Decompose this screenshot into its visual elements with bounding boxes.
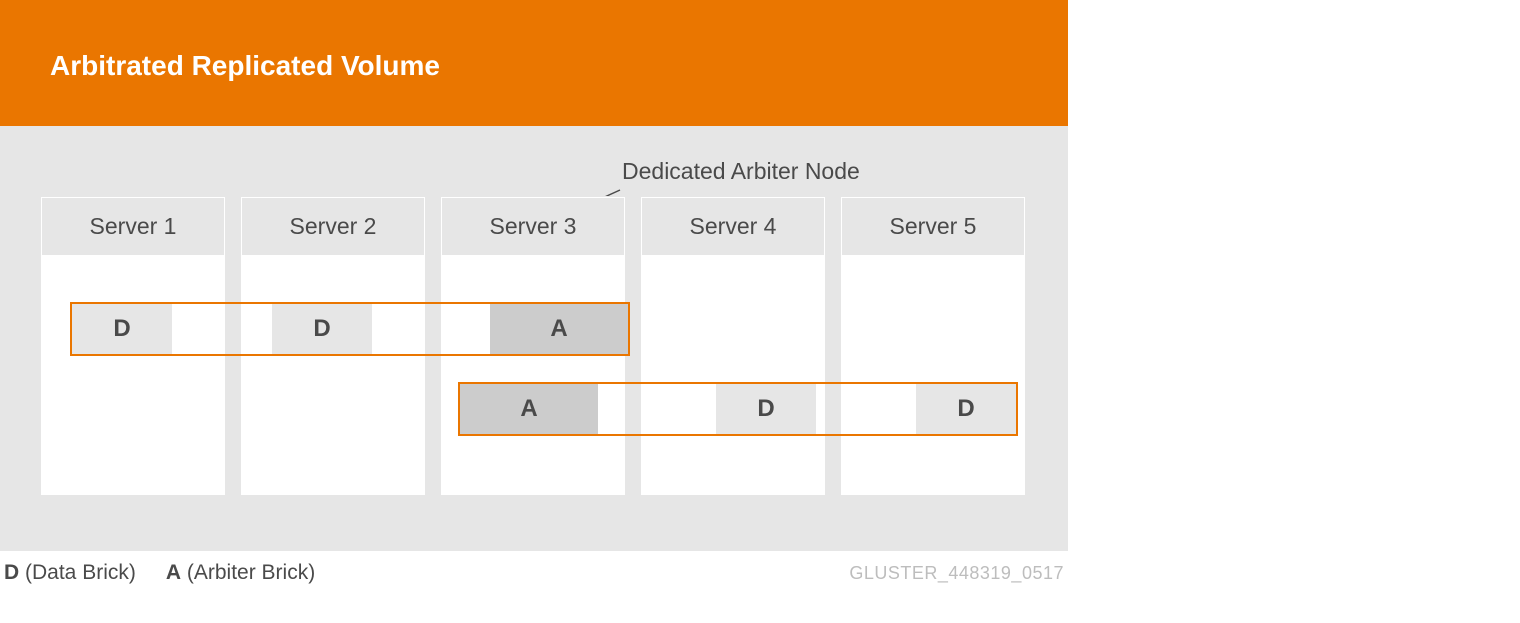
replica-group-1: D D A: [70, 302, 630, 356]
data-brick: D: [716, 384, 816, 434]
server-label: Server 1: [41, 197, 225, 256]
document-id: GLUSTER_448319_0517: [849, 563, 1064, 584]
replica-group-2: A D D: [458, 382, 1018, 436]
server-5: Server 5: [840, 196, 1026, 496]
server-label: Server 4: [641, 197, 825, 256]
diagram-body: Dedicated Arbiter Node Server 1 Server 2…: [0, 126, 1068, 551]
servers-row: Server 1 Server 2 Server 3 Server 4 Serv…: [40, 196, 1028, 496]
data-brick: D: [72, 304, 172, 354]
diagram-footer: D (Data Brick) A (Arbiter Brick) GLUSTER…: [0, 551, 1068, 585]
server-4: Server 4: [640, 196, 826, 496]
legend-data-brick: D (Data Brick): [4, 561, 136, 585]
server-label: Server 5: [841, 197, 1025, 256]
arbiter-brick: A: [490, 304, 628, 354]
data-brick: D: [916, 384, 1016, 434]
arbiter-annotation: Dedicated Arbiter Node: [622, 158, 860, 185]
server-label: Server 2: [241, 197, 425, 256]
diagram-container: Arbitrated Replicated Volume Dedicated A…: [0, 0, 1068, 551]
data-brick: D: [272, 304, 372, 354]
arbiter-brick: A: [460, 384, 598, 434]
diagram-title: Arbitrated Replicated Volume: [0, 0, 1068, 126]
legend-arbiter-brick: A (Arbiter Brick): [166, 561, 315, 585]
legend: D (Data Brick) A (Arbiter Brick): [4, 561, 315, 585]
server-label: Server 3: [441, 197, 625, 256]
